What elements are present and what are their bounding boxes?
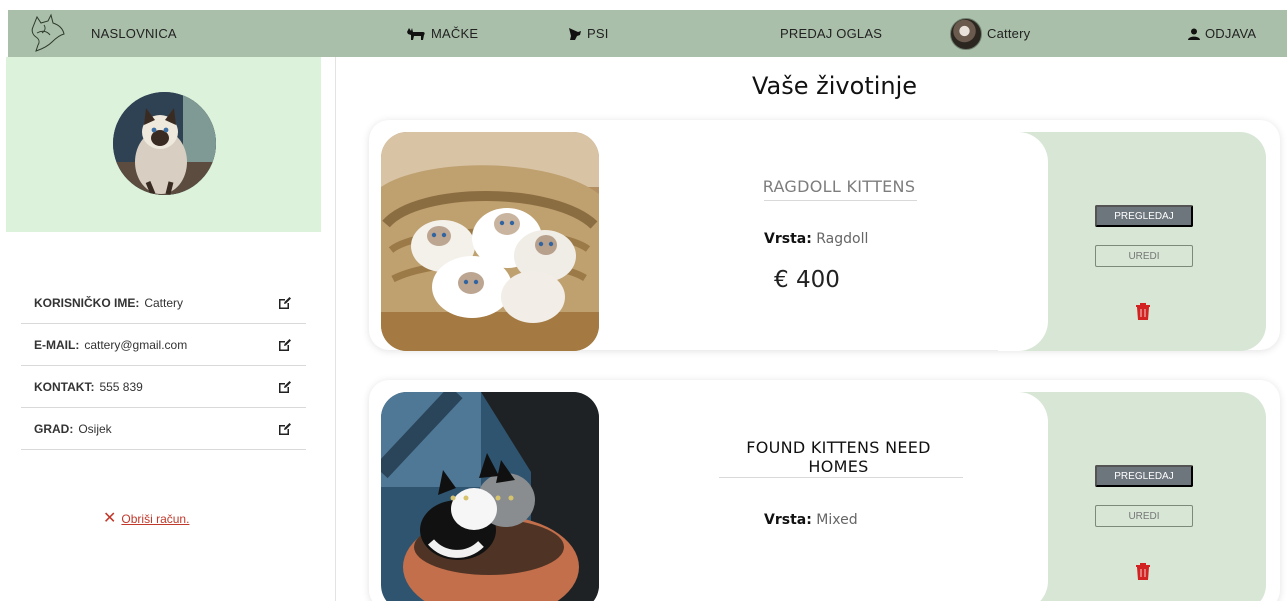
trash-icon[interactable] — [1135, 303, 1151, 321]
animal-photo[interactable] — [381, 132, 599, 351]
city-label: GRAD: — [34, 421, 74, 436]
nav-cats[interactable]: MAČKE — [406, 26, 478, 41]
nav-dogs-label: PSI — [587, 26, 609, 41]
nav-profile-label: Cattery — [987, 26, 1031, 41]
avatar — [950, 17, 982, 50]
profile-photo — [113, 92, 216, 195]
nav-logout-label: ODJAVA — [1205, 26, 1257, 41]
view-button[interactable]: PREGLEDAJ — [1095, 465, 1193, 487]
animal-price: € 400 — [774, 267, 840, 293]
email-value: cattery@gmail.com — [84, 337, 188, 352]
animal-info: FOUND KITTENS NEED HOMES Vrsta: Mixed — [719, 380, 963, 601]
nav-home[interactable]: NASLOVNICA — [91, 26, 177, 41]
contact-value: 555 839 — [99, 379, 143, 394]
view-button[interactable]: PREGLEDAJ — [1095, 205, 1193, 227]
title-divider — [764, 200, 917, 201]
animal-title: RAGDOLL KITTENS — [762, 177, 916, 196]
profile-panel — [6, 57, 321, 232]
actions-cutout — [998, 392, 1048, 601]
edit-button[interactable]: UREDI — [1095, 505, 1193, 527]
edit-icon[interactable] — [278, 338, 292, 352]
nav-cats-label: MAČKE — [431, 26, 479, 41]
top-navbar: NASLOVNICA MAČKE PSI PREDAJ OGLAS Catter… — [8, 10, 1287, 57]
breed-value: Mixed — [816, 512, 858, 528]
username-label: KORISNIČKO IME: — [34, 295, 140, 310]
edit-icon[interactable] — [278, 296, 292, 310]
actions-cutout — [998, 132, 1048, 351]
animal-breed: Vrsta: Ragdoll — [764, 231, 868, 247]
edit-icon[interactable] — [278, 422, 292, 436]
edit-button[interactable]: UREDI — [1095, 245, 1193, 267]
nav-home-label: NASLOVNICA — [91, 26, 177, 41]
animal-actions: PREGLEDAJ UREDI — [998, 392, 1266, 601]
contact-label: KONTAKT: — [34, 379, 95, 394]
city-value: Osijek — [78, 421, 112, 436]
page-title: Vaše životinje — [752, 72, 918, 100]
nav-dogs[interactable]: PSI — [568, 26, 609, 41]
animal-photo[interactable] — [381, 392, 599, 601]
dog-icon — [569, 27, 581, 40]
info-row-username: KORISNIČKO IME: Cattery — [21, 282, 306, 324]
trash-icon[interactable] — [1135, 563, 1151, 581]
profile-info-list: KORISNIČKO IME: Cattery E-MAIL: cattery@gm… — [21, 282, 306, 450]
cat-dog-logo-icon[interactable] — [26, 11, 72, 55]
title-divider — [719, 477, 963, 478]
animal-info: RAGDOLL KITTENS Vrsta: Ragdoll € 400 — [719, 120, 959, 350]
nav-profile[interactable]: Cattery — [950, 17, 1031, 50]
delete-account-link[interactable]: ✕ Obriši račun. — [103, 511, 189, 527]
username-value: Cattery — [144, 295, 184, 310]
email-label: E-MAIL: — [34, 337, 80, 352]
breed-label: Vrsta: — [764, 231, 812, 247]
info-row-email: E-MAIL: cattery@gmail.com — [21, 324, 306, 366]
profile-cat-image — [113, 92, 216, 195]
info-row-contact: KONTAKT: 555 839 — [21, 366, 306, 408]
nav-post-ad-label: PREDAJ OGLAS — [780, 26, 883, 41]
cat-icon — [407, 27, 425, 40]
edit-icon[interactable] — [278, 380, 292, 394]
breed-label: Vrsta: — [764, 512, 812, 528]
user-icon — [1188, 28, 1200, 40]
animal-card: RAGDOLL KITTENS Vrsta: Ragdoll € 400 PRE… — [369, 120, 1280, 351]
close-icon: ✕ — [103, 510, 117, 527]
animal-actions: PREGLEDAJ UREDI — [998, 132, 1266, 351]
animal-card: FOUND KITTENS NEED HOMES Vrsta: Mixed PR… — [369, 380, 1280, 601]
nav-post-ad[interactable]: PREDAJ OGLAS — [780, 26, 882, 41]
nav-logout[interactable]: ODJAVA — [1188, 26, 1256, 41]
profile-sidebar: KORISNIČKO IME: Cattery E-MAIL: cattery@gm… — [6, 57, 336, 601]
delete-account-label: Obriši račun. — [121, 512, 190, 526]
info-row-city: GRAD: Osijek — [21, 408, 306, 450]
animal-breed: Vrsta: Mixed — [764, 512, 858, 528]
animal-title: FOUND KITTENS NEED HOMES — [746, 438, 931, 476]
breed-value: Ragdoll — [816, 231, 869, 247]
